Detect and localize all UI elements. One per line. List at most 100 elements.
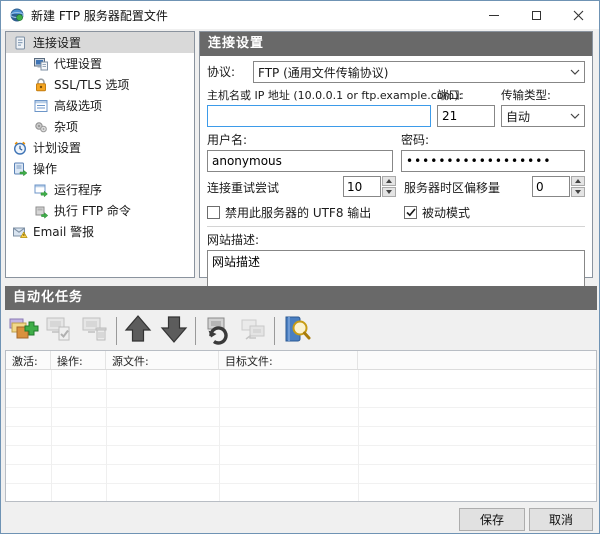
sync-icon xyxy=(201,313,233,348)
title-bar: 新建 FTP 服务器配置文件 xyxy=(1,1,599,29)
sidebar-item-run-program[interactable]: 运行程序 xyxy=(6,179,194,200)
timezone-input[interactable] xyxy=(532,176,570,197)
sidebar-item-label: 杂项 xyxy=(54,118,78,135)
column-header[interactable]: 激活: xyxy=(6,351,51,369)
minimize-button[interactable] xyxy=(473,1,515,29)
column-header-filler xyxy=(358,351,596,369)
form-separator xyxy=(207,226,585,227)
retry-label: 连接重试尝试 xyxy=(207,179,343,196)
sidebar-item-actions[interactable]: 操作 xyxy=(6,158,194,179)
spin-down-icon xyxy=(386,190,392,194)
protocol-value: FTP (通用文件传输协议) xyxy=(258,64,388,81)
description-textarea[interactable]: 网站描述 xyxy=(207,250,585,290)
retry-input[interactable] xyxy=(343,176,381,197)
spin-up-icon xyxy=(386,179,392,183)
delete-task-icon xyxy=(79,313,111,348)
toolbar-separator xyxy=(195,317,196,345)
connection-settings-header: 连接设置 xyxy=(200,32,592,56)
timezone-label: 服务器时区偏移量 xyxy=(404,179,532,196)
sidebar-item-schedule-settings[interactable]: 计划设置 xyxy=(6,137,194,158)
maximize-button[interactable] xyxy=(515,1,557,29)
protocol-label: 协议: xyxy=(207,63,253,80)
sidebar-item-label: 操作 xyxy=(33,160,57,177)
save-button[interactable]: 保存 xyxy=(459,508,525,531)
transfer-type-value: 自动 xyxy=(506,108,530,125)
actions-icon xyxy=(12,161,28,177)
run-program-icon xyxy=(33,182,49,198)
sidebar-item-connection-settings[interactable]: 连接设置 xyxy=(6,32,194,53)
cancel-button[interactable]: 取消 xyxy=(529,508,593,531)
description-label: 网站描述: xyxy=(207,231,585,248)
utf8-checkbox-label: 禁用此服务器的 UTF8 输出 xyxy=(225,204,371,221)
sidebar-item-advanced-options[interactable]: 高级选项 xyxy=(6,95,194,116)
move-up-button[interactable] xyxy=(120,313,156,349)
sidebar-item-execute-ftp-command[interactable]: 执行 FTP 命令 xyxy=(6,200,194,221)
toolbar-separator xyxy=(274,317,275,345)
sidebar-item-proxy-settings[interactable]: 代理设置 xyxy=(6,53,194,74)
close-icon xyxy=(573,10,584,21)
password-input[interactable] xyxy=(401,150,585,172)
host-label: 主机名或 IP 地址 (10.0.0.1 or ftp.example.com)… xyxy=(207,87,431,103)
misc-icon xyxy=(33,119,49,135)
passive-checkbox-row[interactable]: 被动模式 xyxy=(396,204,585,221)
column-divider xyxy=(106,370,107,501)
new-ftp-profile-dialog: 新建 FTP 服务器配置文件 连接设置代理设置 SSL/TLS 选项高级选项杂项计… xyxy=(0,0,600,534)
retry-spin-up[interactable] xyxy=(382,176,396,186)
timezone-spin-down[interactable] xyxy=(571,187,585,197)
password-label: 密码: xyxy=(401,131,585,148)
retry-spin-down[interactable] xyxy=(382,187,396,197)
add-task-button[interactable] xyxy=(5,313,41,349)
automation-tasks-header: 自动化任务 xyxy=(5,286,597,310)
sidebar-item-label: 代理设置 xyxy=(54,55,102,72)
sidebar-item-miscellaneous[interactable]: 杂项 xyxy=(6,116,194,137)
passive-checkbox-label: 被动模式 xyxy=(422,204,470,221)
ftp-command-icon xyxy=(33,203,49,219)
profile-icon xyxy=(12,35,28,51)
timezone-spin-up[interactable] xyxy=(571,176,585,186)
utf8-checkbox[interactable] xyxy=(207,206,220,219)
synchronize-button[interactable] xyxy=(199,313,235,349)
dialog-body: 连接设置代理设置 SSL/TLS 选项高级选项杂项计划设置操作运行程序执行 FTP… xyxy=(1,29,599,534)
move-down-button[interactable] xyxy=(156,313,192,349)
spin-up-icon xyxy=(575,179,581,183)
chevron-down-icon xyxy=(570,69,580,75)
close-button[interactable] xyxy=(557,1,599,29)
port-input[interactable] xyxy=(437,105,495,127)
transfer-type-label: 传输类型: xyxy=(501,87,585,103)
protocol-dropdown[interactable]: FTP (通用文件传输协议) xyxy=(253,61,585,83)
sidebar-item-label: SSL/TLS 选项 xyxy=(54,76,129,93)
tasks-toolbar xyxy=(5,312,597,349)
schedule-icon xyxy=(12,140,28,156)
host-input[interactable] xyxy=(207,105,431,127)
tasks-table-body[interactable] xyxy=(6,370,596,501)
passive-checkbox[interactable] xyxy=(404,206,417,219)
app-icon xyxy=(9,7,25,23)
edit-task-icon xyxy=(43,313,75,348)
transfer-type-dropdown[interactable]: 自动 xyxy=(501,105,585,127)
sidebar-item-ssl-tls-options[interactable]: SSL/TLS 选项 xyxy=(6,74,194,95)
proxy-icon xyxy=(33,56,49,72)
column-header[interactable]: 源文件: xyxy=(106,351,219,369)
column-header[interactable]: 目标文件: xyxy=(219,351,358,369)
sidebar-item-label: 执行 FTP 命令 xyxy=(54,202,131,219)
username-input[interactable] xyxy=(207,150,393,172)
lock-icon xyxy=(33,77,49,93)
port-label: 端口: xyxy=(437,87,495,103)
minimize-icon xyxy=(489,15,499,16)
sidebar-item-email-alerts[interactable]: Email 警报 xyxy=(6,221,194,242)
utf8-checkbox-row[interactable]: 禁用此服务器的 UTF8 输出 xyxy=(207,204,396,221)
tasks-table-header: 激活:操作:源文件:目标文件: xyxy=(6,351,596,370)
timezone-spinner xyxy=(532,176,585,198)
connection-settings-panel: 连接设置 协议: FTP (通用文件传输协议) 主机名或 IP 地址 (10.0… xyxy=(199,31,593,278)
email-alert-icon xyxy=(12,224,28,240)
sidebar-item-label: 高级选项 xyxy=(54,97,102,114)
toolbar-separator xyxy=(116,317,117,345)
connection-form: 协议: FTP (通用文件传输协议) 主机名或 IP 地址 (10.0.0.1 … xyxy=(200,56,592,298)
sidebar-item-label: Email 警报 xyxy=(33,223,94,240)
column-divider xyxy=(51,370,52,501)
preview-button[interactable] xyxy=(278,313,314,349)
arrow-down-icon xyxy=(158,313,190,348)
sidebar-item-label: 连接设置 xyxy=(33,34,81,51)
column-header[interactable]: 操作: xyxy=(51,351,106,369)
check-icon xyxy=(406,208,416,217)
